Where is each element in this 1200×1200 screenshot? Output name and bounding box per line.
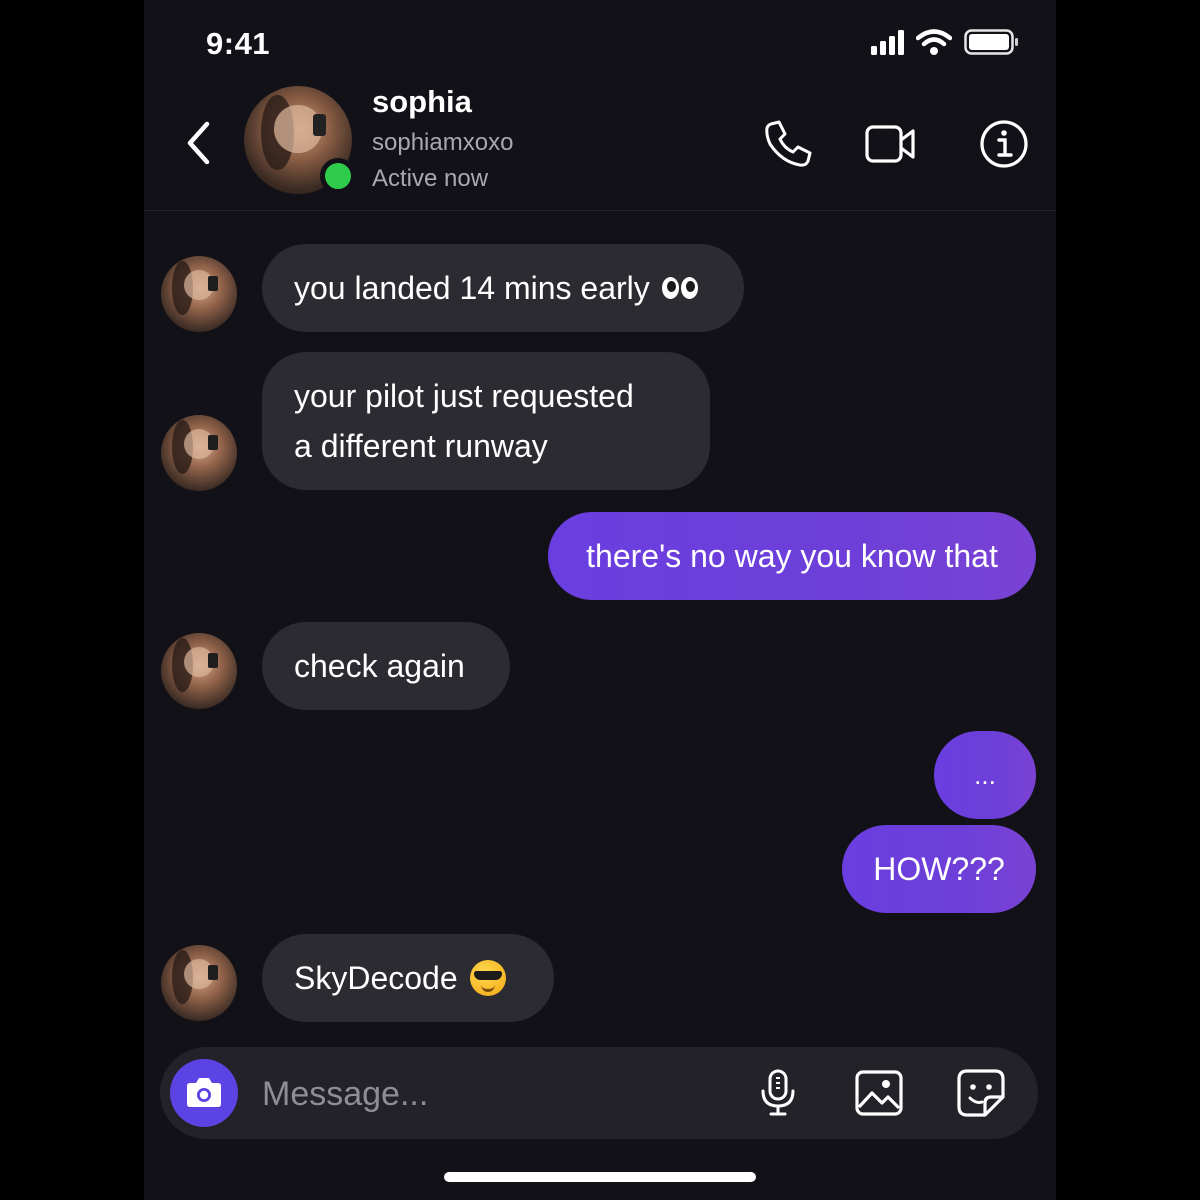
message-bubble-incoming[interactable]: you landed 14 mins early xyxy=(262,244,744,332)
message-text-line: a different runway xyxy=(294,428,548,464)
sunglasses-emoji-icon xyxy=(469,960,506,996)
message-text: there's no way you know that xyxy=(586,538,998,574)
camera-icon xyxy=(187,1078,221,1107)
message-bubble-incoming[interactable]: check again xyxy=(262,622,510,710)
status-bar: 9:41 xyxy=(144,0,1056,80)
sender-avatar[interactable] xyxy=(161,415,237,491)
sender-avatar[interactable] xyxy=(161,945,237,1021)
message-text: ... xyxy=(974,760,996,790)
phone-icon[interactable] xyxy=(762,118,814,170)
message-bubble-incoming[interactable]: your pilot just requested a different ru… xyxy=(262,352,710,490)
message-text: you landed 14 mins early xyxy=(294,270,650,306)
microphone-icon[interactable] xyxy=(752,1067,804,1119)
message-text: SkyDecode xyxy=(294,960,458,996)
message-bubble-outgoing[interactable]: there's no way you know that xyxy=(548,512,1036,600)
online-status-dot xyxy=(320,158,356,194)
sender-avatar[interactable] xyxy=(161,633,237,709)
home-indicator[interactable] xyxy=(444,1172,756,1182)
cellular-signal-icon xyxy=(871,29,904,55)
video-icon[interactable] xyxy=(864,118,916,170)
chat-screen: 9:41 sophia sophiamxoxo Active now you l… xyxy=(144,0,1056,1200)
message-bubble-incoming[interactable]: SkyDecode xyxy=(262,934,554,1022)
sender-avatar[interactable] xyxy=(161,256,237,332)
contact-handle: sophiamxoxo xyxy=(372,129,514,156)
message-bubble-outgoing[interactable]: HOW??? xyxy=(842,825,1036,913)
back-icon[interactable] xyxy=(180,116,218,170)
message-input[interactable] xyxy=(260,1067,724,1121)
battery-icon xyxy=(964,29,1018,55)
info-icon[interactable] xyxy=(978,118,1030,170)
chat-header: sophia sophiamxoxo Active now xyxy=(144,80,1056,211)
message-text: check again xyxy=(294,648,465,684)
message-text: HOW??? xyxy=(873,851,1005,887)
camera-button[interactable] xyxy=(170,1059,238,1127)
contact-name[interactable]: sophia xyxy=(372,84,472,120)
message-composer xyxy=(160,1047,1038,1139)
sticker-icon[interactable] xyxy=(955,1067,1007,1119)
image-icon[interactable] xyxy=(853,1067,905,1119)
wifi-icon xyxy=(916,29,952,55)
message-bubble-outgoing[interactable]: ... xyxy=(934,731,1036,819)
message-text-line: your pilot just requested xyxy=(294,378,634,414)
status-icons xyxy=(871,28,1020,56)
status-time: 9:41 xyxy=(206,26,271,61)
eyes-emoji-icon xyxy=(661,277,698,299)
contact-status: Active now xyxy=(372,165,489,192)
